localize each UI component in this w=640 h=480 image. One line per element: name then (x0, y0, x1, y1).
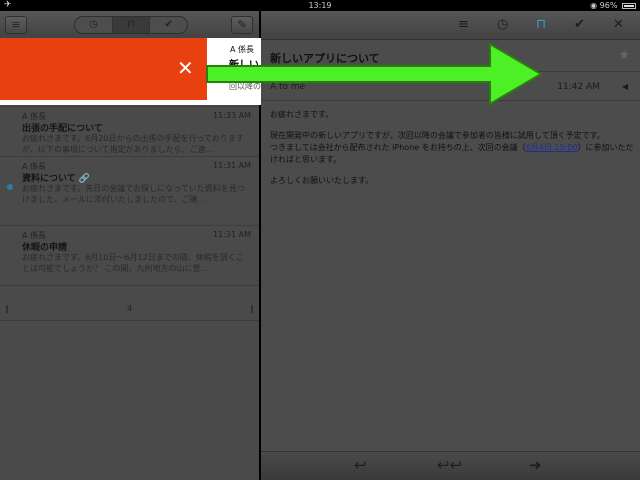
delete-swipe-action[interactable]: ✕ (0, 38, 207, 100)
delete-icon: ✕ (177, 56, 194, 80)
status-bar: ✈ 13:19 ◉ 96% (0, 0, 640, 11)
pager-grip-left (6, 305, 8, 313)
pagination[interactable]: 4 (0, 297, 259, 321)
list-item[interactable]: A 係長 11:31 AM 資料について 🔗 お疲れさまです。先日の会議でお探しに… (0, 157, 259, 226)
compose-icon: ✎ (237, 18, 247, 31)
reply-icon[interactable]: ↩ (354, 457, 367, 474)
email-greeting: お疲れさまです。 (270, 110, 334, 119)
email-paragraph: 現在開発中の新しいアプリですが、次回以降の会議で参加者の皆様に試用して頂く予定で… (270, 130, 635, 166)
email-closing: よろしくお願いいたします。 (270, 176, 374, 185)
forward-icon[interactable]: ➜ (529, 457, 542, 474)
check-icon[interactable]: ✔ (574, 18, 585, 32)
email-body: お疲れさまです。 現在開発中の新しいアプリですが、次回以降の会議で参加者の皆様に… (270, 109, 635, 196)
status-time: 13:19 (308, 1, 332, 10)
detail-toolbar: ≡ ◷ ⊓ ✔ ✕ (261, 11, 640, 40)
compose-button[interactable]: ✎ (231, 16, 253, 34)
pager-grip-right (251, 305, 253, 313)
inbox-icon[interactable]: ⊓ (536, 18, 546, 32)
check-icon: ✔ (164, 19, 173, 30)
list-item[interactable]: A 係長 11:33 AM 出張の手配について お疲れさまです。6月20日からの… (0, 107, 259, 157)
message-preview: お疲れさまです。先日の会議でお探しになっていた資料を見つけました。メールに添付い… (22, 184, 245, 204)
email-time: 11:42 AM (557, 82, 600, 92)
swipe-direction-arrow (206, 42, 543, 106)
message-time: 11:33 AM (213, 111, 251, 120)
reply-all-icon[interactable]: ↩↩ (437, 457, 462, 474)
segment-done[interactable]: ✔ (150, 17, 187, 33)
list-item[interactable]: A 係長 11:31 AM 休暇の申請 お疲れさまです。6月10日〜6月12日ま… (0, 226, 259, 286)
email-line: つきましては会社から配布された iPhone をお持ちの上、次回の会議（ (270, 143, 526, 152)
unread-dot (7, 184, 13, 190)
status-right: ◉ 96% (590, 0, 636, 11)
lock-rotation-icon: ◉ (590, 1, 600, 10)
clock-icon: ◷ (88, 19, 98, 30)
app-root: ✈ 13:19 ◉ 96% ≡ ◷ ⊓ ✔ ✎ A 係長 11:33 AM 出張… (0, 0, 640, 480)
segment-inbox[interactable]: ⊓ (112, 17, 151, 33)
email-line: 現在開発中の新しいアプリですが、次回以降の会議で参加者の皆様に試用して頂く予定で… (270, 131, 605, 140)
menu-icon: ≡ (11, 18, 21, 31)
folder-segmented-control: ◷ ⊓ ✔ (74, 16, 188, 34)
segment-later[interactable]: ◷ (75, 17, 113, 33)
list-toolbar: ≡ ◷ ⊓ ✔ ✎ (0, 11, 259, 40)
expand-header-icon[interactable]: ◀ (622, 82, 628, 91)
inbox-icon: ⊓ (127, 19, 135, 30)
page-number: 4 (126, 304, 133, 313)
message-preview: お疲れさまです。6月20日からの出張の手配を行っておりますが、以下の事項について… (22, 134, 244, 154)
star-icon[interactable]: ★ (618, 48, 630, 63)
detail-bottom-bar: ↩ ↩↩ ➜ (261, 451, 640, 480)
message-time: 11:31 AM (213, 161, 251, 170)
menu-button[interactable]: ≡ (5, 16, 27, 34)
clock-icon[interactable]: ◷ (497, 18, 508, 32)
message-preview: お疲れさまです。6月10日〜6月12日までの間、休暇を頂くことは可能でしょうか？… (22, 253, 244, 273)
menu-icon[interactable]: ≡ (458, 18, 469, 32)
message-time: 11:31 AM (213, 230, 251, 239)
battery-percent: 96% (599, 1, 618, 10)
arrow-shape (206, 42, 543, 106)
battery-icon (622, 2, 636, 9)
close-icon[interactable]: ✕ (613, 18, 624, 32)
calendar-date-link[interactable]: 6月4日 15:00 (526, 143, 578, 152)
